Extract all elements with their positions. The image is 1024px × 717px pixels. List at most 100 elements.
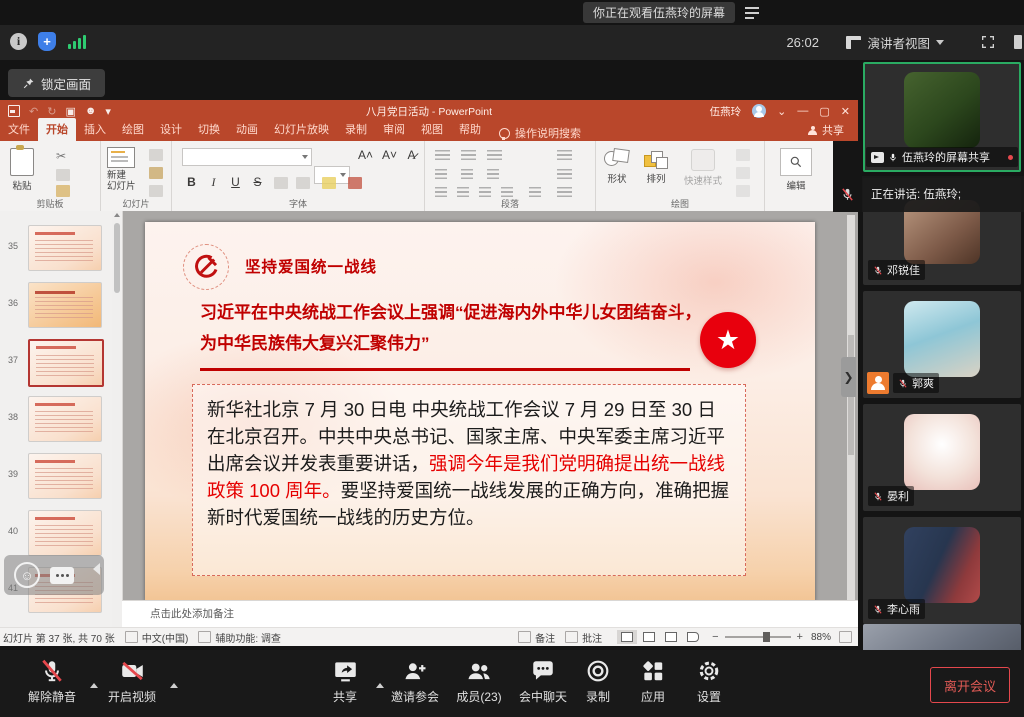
tab-slideshow[interactable]: 幻灯片放映 — [266, 118, 337, 141]
clear-format-icon[interactable]: A̷ — [404, 148, 419, 162]
zoom-out-button[interactable]: − — [712, 631, 718, 643]
tell-me-search[interactable]: 操作说明搜索 — [499, 125, 581, 141]
tab-insert[interactable]: 插入 — [76, 118, 114, 141]
reset-slide-icon[interactable] — [149, 167, 163, 179]
accessibility-status[interactable]: 辅助功能: 调查 — [215, 630, 281, 645]
apps-button[interactable]: 应用 — [632, 658, 674, 705]
numbering-icon[interactable] — [461, 150, 476, 162]
shapes-button[interactable]: 形状 — [604, 149, 630, 185]
copy-icon[interactable] — [56, 169, 70, 181]
panel-expand-chevron[interactable]: ❯ — [841, 357, 856, 397]
tab-help[interactable]: 帮助 — [451, 118, 489, 141]
quick-access-toolbar[interactable]: ↶ ↻ ▣ ☻ ▾ — [8, 105, 111, 118]
arrange-button[interactable]: 排列 — [644, 149, 668, 185]
undo-icon[interactable]: ↶ — [29, 105, 38, 118]
zoom-level[interactable]: 88% — [811, 632, 831, 643]
minimize-icon[interactable]: — — [797, 105, 808, 117]
zoom-slider[interactable] — [725, 636, 791, 638]
more-chat-icon[interactable] — [50, 567, 74, 584]
leave-meeting-button[interactable]: 离开会议 — [930, 667, 1010, 703]
strikethrough-button[interactable]: S — [250, 175, 265, 189]
close-icon[interactable]: ✕ — [841, 105, 850, 118]
quick-styles-button[interactable]: 快速样式 — [684, 149, 722, 187]
sidebar-toggle-icon[interactable] — [1014, 35, 1022, 49]
mic-options-caret[interactable] — [90, 683, 98, 688]
info-icon[interactable]: i — [10, 33, 27, 50]
tab-record[interactable]: 录制 — [337, 118, 375, 141]
line-spacing-icon[interactable] — [487, 169, 499, 180]
decrease-indent-icon[interactable] — [435, 169, 447, 180]
section-icon[interactable] — [149, 185, 163, 197]
slide-thumbnail[interactable] — [28, 510, 102, 556]
record-button[interactable]: 录制 — [578, 658, 618, 705]
floating-reaction-bar[interactable]: ☺ — [4, 555, 104, 595]
bullets-icon[interactable] — [435, 150, 450, 162]
notes-pane[interactable]: 点击此处添加备注 — [122, 600, 858, 627]
members-button[interactable]: 成员(23) — [450, 658, 508, 705]
ribbon-display-icon[interactable]: ⌄ — [777, 105, 786, 118]
normal-view-button[interactable] — [617, 630, 637, 644]
shape-effects-icon[interactable] — [736, 185, 750, 197]
comments-toggle[interactable]: 批注 — [582, 630, 602, 645]
language-label[interactable]: 中文(中国) — [142, 630, 189, 645]
slideshow-view-button[interactable] — [683, 630, 703, 644]
lock-view-button[interactable]: 锁定画面 — [8, 69, 105, 97]
share-options-caret[interactable] — [376, 683, 384, 688]
bold-button[interactable]: B — [184, 175, 199, 189]
cut-icon[interactable]: ✂ — [56, 149, 66, 163]
shape-outline-icon[interactable] — [736, 167, 750, 179]
tab-draw[interactable]: 绘图 — [114, 118, 152, 141]
settings-button[interactable]: 设置 — [688, 658, 730, 705]
thumbnail-scrollbar[interactable] — [112, 211, 123, 627]
slide-thumbnail[interactable] — [28, 453, 102, 499]
increase-indent-icon[interactable] — [461, 169, 473, 180]
slide-thumbnail[interactable] — [28, 396, 102, 442]
tab-home[interactable]: 开始 — [38, 118, 76, 141]
invite-button[interactable]: 邀请参会 — [384, 658, 446, 705]
slide-thumbnail-selected[interactable] — [28, 339, 104, 387]
shrink-font-icon[interactable]: A˅ — [382, 148, 397, 162]
security-shield-icon[interactable]: + — [38, 32, 56, 51]
save-icon[interactable] — [8, 105, 20, 117]
reading-view-button[interactable] — [661, 630, 681, 644]
slide-thumbnail[interactable] — [28, 282, 102, 328]
slide-sorter-view-button[interactable] — [639, 630, 659, 644]
participant-tile[interactable]: 郭爽 — [863, 291, 1021, 398]
banner-menu-icon[interactable] — [745, 7, 761, 19]
current-slide[interactable]: 坚持爱国统一战线 习近平在中央统战工作会议上强调“促进海内外中华儿女团结奋斗， … — [145, 222, 815, 602]
participant-tile-screen-share[interactable]: 伍燕玲的屏幕共享 — [863, 62, 1021, 172]
zoom-in-button[interactable]: + — [797, 631, 803, 643]
collapse-arrow-icon[interactable] — [93, 563, 100, 575]
slideshow-icon[interactable]: ▣ — [65, 105, 75, 118]
tab-animations[interactable]: 动画 — [228, 118, 266, 141]
unmute-button[interactable]: 解除静音 — [20, 658, 84, 705]
list-level-icon[interactable] — [487, 150, 502, 162]
restore-icon[interactable]: ▢ — [819, 105, 829, 118]
highlight-color-icon[interactable] — [322, 177, 336, 189]
notes-toggle[interactable]: 备注 — [535, 630, 555, 645]
start-video-button[interactable]: 开启视频 — [100, 658, 164, 705]
grow-font-icon[interactable]: A˄ — [358, 148, 373, 162]
account-icon[interactable]: ☻ — [85, 105, 97, 117]
italic-button[interactable]: I — [206, 175, 221, 190]
view-mode-switcher[interactable]: 演讲者视图 — [846, 33, 944, 52]
change-case-icon[interactable] — [296, 177, 310, 189]
participant-tile[interactable]: 晏利 — [863, 404, 1021, 511]
chat-button[interactable]: 会中聊天 — [514, 658, 572, 705]
account-avatar[interactable] — [752, 104, 766, 118]
align-text-icon[interactable] — [557, 169, 572, 181]
slide-thumbnail[interactable] — [28, 225, 102, 271]
tab-transitions[interactable]: 切换 — [190, 118, 228, 141]
zoom-slider-thumb[interactable] — [763, 632, 770, 642]
font-name-combobox[interactable] — [182, 148, 312, 166]
fit-to-window-icon[interactable] — [839, 631, 852, 643]
participant-tile[interactable]: 李心雨 — [863, 517, 1021, 624]
text-direction-icon[interactable] — [557, 150, 572, 162]
share-screen-button[interactable]: 共享 — [322, 658, 368, 705]
tab-design[interactable]: 设计 — [152, 118, 190, 141]
office-share-button[interactable]: 共享 — [808, 122, 844, 141]
shape-fill-icon[interactable] — [736, 149, 750, 161]
underline-button[interactable]: U — [228, 175, 243, 189]
layout-menu-icon[interactable] — [149, 149, 163, 161]
video-options-caret[interactable] — [170, 683, 178, 688]
